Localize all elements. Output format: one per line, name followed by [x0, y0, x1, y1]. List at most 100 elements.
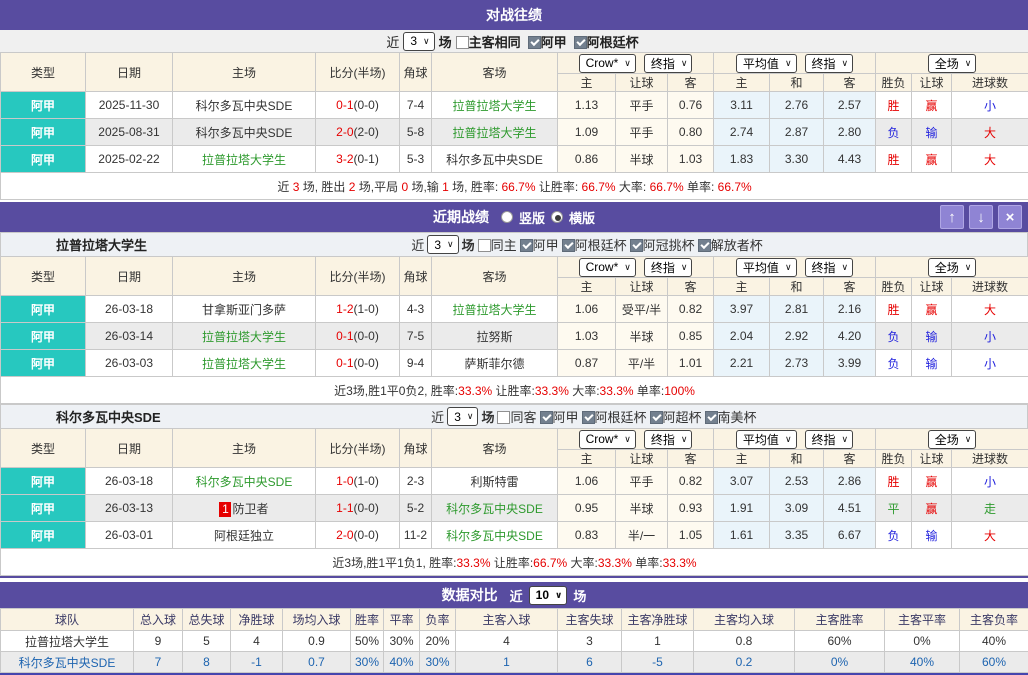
full-time-score: 0-1 — [336, 329, 353, 343]
away-team-name[interactable]: 拉普拉塔大学生 — [452, 99, 536, 113]
home-team-name[interactable]: 防卫者 — [232, 502, 268, 516]
team-a-average-select[interactable]: 平均值∨ — [736, 258, 797, 277]
home-team-name[interactable]: 拉普拉塔大学生 — [202, 153, 286, 167]
checkbox-南美杯-box[interactable] — [705, 411, 718, 424]
column-header-日期: 日期 — [86, 53, 173, 92]
h2h-table-container: 类型日期主场比分(半场)角球客场Crow*∨终指∨平均值∨终指∨全场∨主让球客主… — [0, 52, 1028, 200]
sub-header-客: 客 — [668, 74, 714, 92]
away-team-name[interactable]: 拉普拉塔大学生 — [452, 303, 536, 317]
bookmaker-select-cell: Crow*∨ 终指∨ — [558, 257, 714, 278]
team-b-final-odds-select[interactable]: 终指∨ — [644, 430, 693, 449]
team-b-average-select[interactable]: 平均值∨ — [736, 430, 797, 449]
odds-handicap: 半球 — [616, 323, 668, 350]
team-a-filter-controls: 近3∨场同主阿甲阿根廷杯阿冠挑杯解放者杯 — [147, 235, 1027, 254]
checkbox-主客相同-box[interactable] — [456, 36, 469, 49]
chevron-down-icon: ∨ — [965, 262, 972, 273]
half-time-score: (0-0) — [354, 98, 379, 112]
h2h-average-select[interactable]: 平均值∨ — [736, 54, 797, 73]
home-team-name[interactable]: 科尔多瓦中央SDE — [196, 99, 293, 113]
away-team-name[interactable]: 利斯特雷 — [470, 475, 518, 489]
team-a-title-bar: 拉普拉塔大学生近3∨场同主阿甲阿根廷杯阿冠挑杯解放者杯 — [0, 232, 1028, 256]
chevron-down-icon: ∨ — [965, 58, 972, 69]
odds-home: 1.06 — [558, 468, 616, 495]
checkbox-阿超杯-box[interactable] — [650, 411, 663, 424]
away-team-name[interactable]: 科尔多瓦中央SDE — [446, 153, 543, 167]
checkbox-阿甲: 阿甲 — [528, 32, 570, 51]
move-up-button[interactable]: ↑ — [940, 205, 964, 229]
home-team-name[interactable]: 拉普拉塔大学生 — [202, 357, 286, 371]
checkbox-阿根廷杯-box[interactable] — [582, 411, 595, 424]
team-a-final-average-select[interactable]: 终指∨ — [805, 258, 854, 277]
home-team-name[interactable]: 拉普拉塔大学生 — [202, 330, 286, 344]
sub-header-进球数: 进球数 — [952, 74, 1028, 92]
checkbox-阿超杯: 阿超杯 — [650, 407, 702, 426]
h2h-bookmaker-select[interactable]: Crow*∨ — [579, 54, 636, 73]
result-goals: 小 — [952, 323, 1028, 350]
team-a-scope-select[interactable]: 全场∨ — [928, 258, 977, 277]
team-a-final-odds-select[interactable]: 终指∨ — [644, 258, 693, 277]
home-team-cell: 拉普拉塔大学生 — [173, 350, 316, 377]
checkbox-阿冠挑杯-box[interactable] — [630, 239, 643, 252]
result-goals-value: 小 — [984, 357, 996, 371]
move-down-button[interactable]: ↓ — [969, 205, 993, 229]
home-team-name[interactable]: 甘拿斯亚门多萨 — [202, 303, 286, 317]
away-team-name[interactable]: 拉普拉塔大学生 — [452, 126, 536, 140]
checkbox-阿甲-box[interactable] — [528, 36, 541, 49]
compare-team-name[interactable]: 拉普拉塔大学生 — [25, 635, 109, 649]
compare-header-胜率: 胜率 — [351, 609, 384, 631]
checkbox-阿根廷杯-box[interactable] — [574, 36, 587, 49]
compare-value-总失球: 8 — [183, 652, 231, 673]
comparison-count-select[interactable]: 10∨ — [529, 586, 568, 605]
checkbox-解放者杯-box[interactable] — [698, 239, 711, 252]
team-b-final-average-select[interactable]: 终指∨ — [805, 430, 854, 449]
team-a-bookmaker-select[interactable]: Crow*∨ — [579, 258, 636, 277]
radio-横版[interactable] — [551, 211, 563, 223]
home-team-name[interactable]: 科尔多瓦中央SDE — [196, 126, 293, 140]
summary-value: 66.7% — [650, 180, 684, 194]
away-team-cell: 拉普拉塔大学生 — [432, 119, 558, 146]
summary-text: 单率: — [634, 384, 665, 398]
checkbox-同客-box[interactable] — [497, 411, 510, 424]
h2h-final-average-select[interactable]: 终指∨ — [805, 54, 854, 73]
checkbox-阿根廷杯-box[interactable] — [562, 239, 575, 252]
summary-text: 让胜率: — [536, 180, 582, 194]
h2h-final-average-select-value: 终指 — [812, 55, 836, 72]
home-team-name[interactable]: 科尔多瓦中央SDE — [196, 475, 293, 489]
avg-away: 4.43 — [824, 146, 876, 173]
h2h-scope-select[interactable]: 全场∨ — [928, 54, 977, 73]
result-outcome-value: 胜 — [888, 303, 900, 317]
compare-team-name[interactable]: 科尔多瓦中央SDE — [19, 656, 116, 670]
summary-row: 近 3 场, 胜出 2 场,平局 0 场,输 1 场, 胜率: 66.7% 让胜… — [1, 173, 1028, 200]
home-team-name[interactable]: 阿根廷独立 — [214, 529, 274, 543]
home-team-cell: 拉普拉塔大学生 — [173, 323, 316, 350]
away-team-name[interactable]: 拉努斯 — [476, 330, 512, 344]
checkbox-同主-box[interactable] — [478, 239, 491, 252]
checkbox-同主-label: 同主 — [491, 238, 517, 253]
radio-竖版[interactable] — [501, 211, 513, 223]
team-b-section-title[interactable]: 科尔多瓦中央SDE — [1, 407, 161, 426]
h2h-final-odds-select[interactable]: 终指∨ — [644, 54, 693, 73]
checkbox-阿甲-box[interactable] — [520, 239, 533, 252]
recent-prefix-label: 近 — [431, 407, 444, 426]
odds-home: 1.09 — [558, 119, 616, 146]
close-button[interactable]: × — [998, 205, 1022, 229]
result-handicap: 输 — [912, 323, 952, 350]
result-outcome-value: 负 — [888, 126, 900, 140]
team-b-scope-select[interactable]: 全场∨ — [928, 430, 977, 449]
checkbox-阿甲-box[interactable] — [540, 411, 553, 424]
avg-away: 4.20 — [824, 323, 876, 350]
team-a-final-odds-select-value: 终指 — [651, 259, 675, 276]
summary-cell: 近3场,胜1平1负1, 胜率:33.3% 让胜率:66.7% 大率:33.3% … — [1, 549, 1028, 576]
away-team-name[interactable]: 科尔多瓦中央SDE — [446, 529, 543, 543]
team-a-section-title[interactable]: 拉普拉塔大学生 — [1, 235, 147, 254]
column-header-比分(半场): 比分(半场) — [316, 429, 400, 468]
team-a-recent-count-select[interactable]: 3∨ — [427, 235, 458, 254]
team-b-bookmaker-select[interactable]: Crow*∨ — [579, 430, 636, 449]
away-team-name[interactable]: 科尔多瓦中央SDE — [446, 502, 543, 516]
odds-home: 0.83 — [558, 522, 616, 549]
chevron-down-icon: ∨ — [681, 58, 688, 69]
h2h-recent-count-select[interactable]: 3∨ — [403, 32, 434, 51]
away-team-name[interactable]: 萨斯菲尔德 — [464, 357, 524, 371]
home-team-cell: 拉普拉塔大学生 — [173, 146, 316, 173]
team-b-recent-count-select[interactable]: 3∨ — [447, 407, 478, 426]
